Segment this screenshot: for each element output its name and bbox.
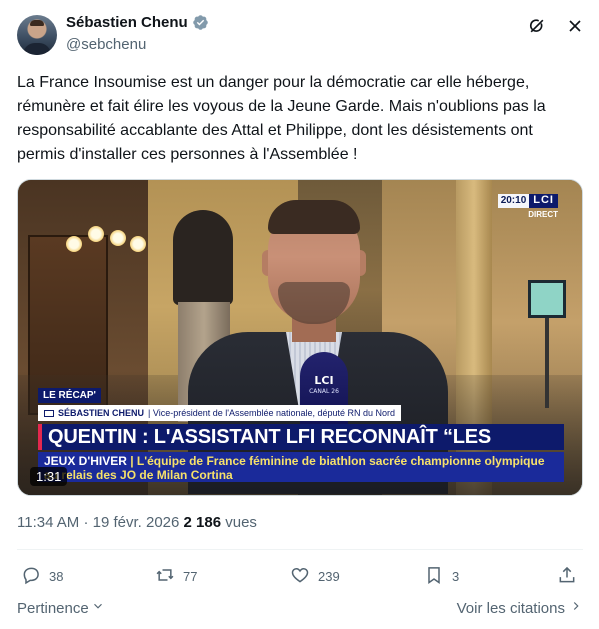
views-count: 2 186 [183,514,222,531]
channel-bug: 20:10 LCI DIRECT [497,194,558,219]
guest-name: SÉBASTIEN CHENU [58,408,145,418]
like-icon [290,565,310,588]
share-icon [557,565,577,588]
background-monitor [528,280,566,318]
chevron-right-icon [569,599,583,617]
reply-icon [21,565,41,588]
ticker-label: JEUX D'HIVER [44,454,127,468]
repost-icon [155,565,175,588]
close-icon[interactable] [565,16,585,36]
guest-bar: SÉBASTIEN CHENU | Vice-président de l'As… [38,405,402,421]
headline: QUENTIN : L'ASSISTANT LFI RECONNAÎT “LES… [38,424,564,474]
author-name[interactable]: Sébastien Chenu [66,14,188,31]
author-line: Sébastien Chenu [66,14,209,31]
post-time[interactable]: 11:34 AM [17,514,79,531]
bookmark-count: 3 [452,569,460,584]
reply-count: 38 [49,569,64,584]
video-duration: 1:31 [30,467,68,486]
video-player[interactable]: LCI CANAL 26 20:10 LCI DIRECT LE RÉCAP' … [17,179,583,496]
view-quotes-label: Voir les citations [456,599,565,617]
author-handle[interactable]: @sebchenu [66,36,146,53]
repost-button[interactable]: 77 [155,565,197,588]
like-count: 239 [318,569,340,584]
chandelier [66,224,146,264]
camera-icon [44,409,54,417]
verified-icon [192,14,209,31]
mic-subtitle: CANAL 26 [309,388,339,395]
bookmark-button[interactable]: 3 [424,565,459,588]
news-ticker: JEUX D'HIVER | L'équipe de France fémini… [38,452,564,482]
share-button[interactable] [557,565,577,588]
guest-title: | Vice-président de l'Assemblée national… [148,408,396,418]
bookmark-icon [424,565,444,588]
grok-icon[interactable] [527,16,547,36]
reply-button[interactable]: 38 [21,565,63,588]
post-date[interactable]: 19 févr. 2026 [93,514,180,531]
tweet-text: La France Insoumise est un danger pour l… [17,74,546,163]
views-label: vues [225,514,257,531]
action-bar: 38 77 239 3 [17,565,583,589]
chevron-down-icon [91,599,105,617]
like-button[interactable]: 239 [290,565,340,588]
sort-label: Pertinence [17,599,89,617]
repost-count: 77 [183,569,198,584]
view-quotes-link[interactable]: Voir les citations [457,599,583,617]
sort-dropdown[interactable]: Pertinence [17,599,105,617]
mic-logo: LCI [314,374,334,387]
tweet-meta: 11:34 AM · 19 févr. 2026 2 186 vues [17,514,257,531]
channel-time: 20:10 [497,194,530,208]
tweet-card: Sébastien Chenu @sebchenu La France Inso… [0,0,599,629]
top-actions [527,16,585,36]
recap-label: LE RÉCAP' [38,388,101,403]
channel-logo: LCI [529,194,558,208]
divider [17,549,583,550]
live-label: DIRECT [528,210,558,219]
avatar[interactable] [17,15,57,55]
